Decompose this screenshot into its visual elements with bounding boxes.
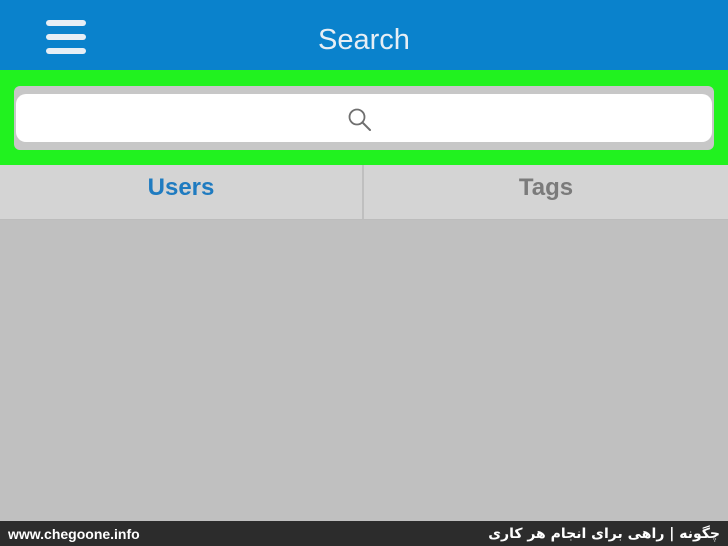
hamburger-menu-icon[interactable] bbox=[44, 18, 88, 58]
menu-line bbox=[46, 48, 86, 54]
search-icon bbox=[348, 108, 371, 131]
page-title: Search bbox=[318, 24, 410, 56]
tab-tags[interactable]: Tags bbox=[364, 165, 728, 219]
search-input[interactable] bbox=[16, 94, 712, 142]
menu-line bbox=[46, 20, 86, 26]
results-area bbox=[0, 220, 728, 520]
search-highlight-box bbox=[0, 70, 728, 165]
watermark-footer: www.chegoone.info چگونه | راهی برای انجا… bbox=[0, 521, 728, 546]
search-bar-container bbox=[14, 86, 714, 150]
tab-bar: Users Tags bbox=[0, 165, 728, 220]
footer-url: www.chegoone.info bbox=[8, 526, 140, 542]
tab-users[interactable]: Users bbox=[0, 165, 364, 219]
footer-tagline: چگونه | راهی برای انجام هر کاری bbox=[488, 526, 720, 542]
app-header: Search bbox=[0, 0, 728, 70]
menu-line bbox=[46, 34, 86, 40]
